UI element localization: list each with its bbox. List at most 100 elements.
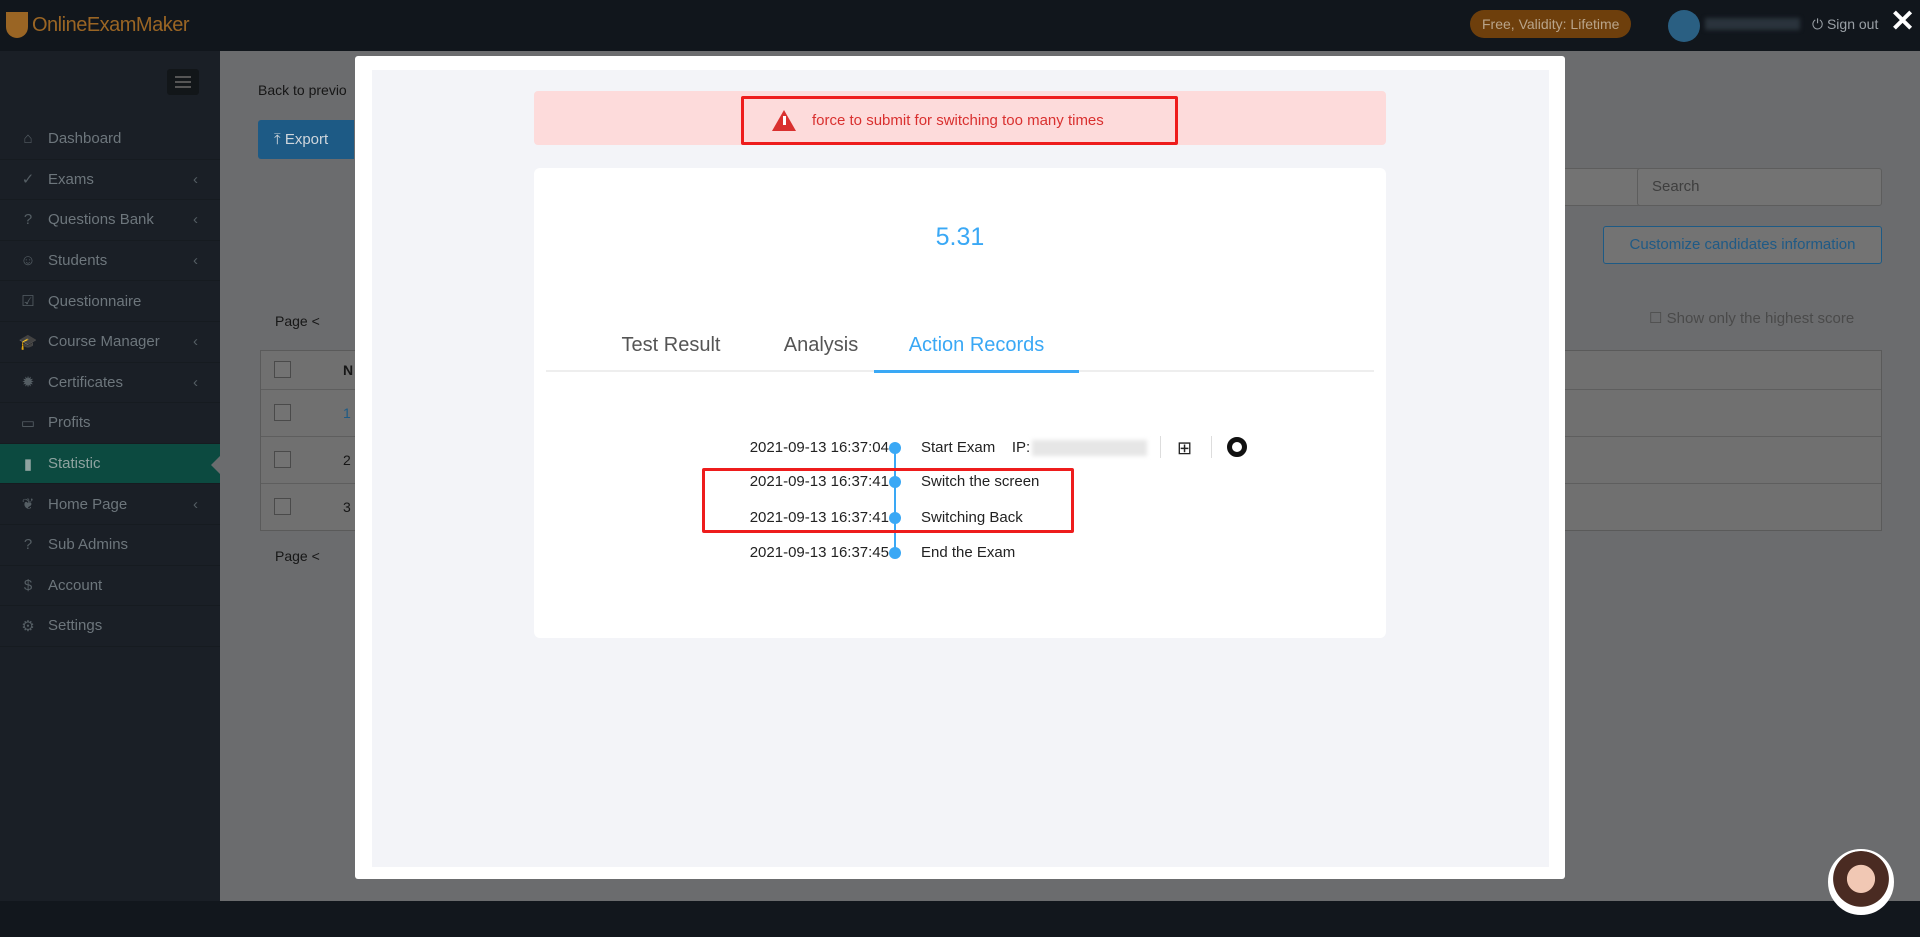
pagination-top: Page <	[275, 313, 320, 329]
logo-text: OnlineExamMaker	[32, 13, 190, 36]
record-time: 2021-09-13 16:37:45	[749, 544, 889, 561]
ip-redacted	[1032, 440, 1148, 457]
dollar-icon: $	[23, 576, 33, 594]
user-avatar[interactable]	[1668, 10, 1700, 42]
page-label: Page	[275, 548, 308, 564]
menu-toggle-icon[interactable]	[167, 69, 199, 95]
sidebar-item-profits[interactable]: ▭ Profits	[0, 403, 220, 444]
logo-icon	[6, 12, 28, 38]
question-circle-icon: ?	[23, 536, 33, 554]
footer	[0, 901, 1920, 937]
question-circle-icon: ?	[23, 211, 33, 229]
sidebar-item-exams[interactable]: ✓ Exams ‹	[0, 160, 220, 201]
power-icon: ⏻	[1812, 16, 1827, 32]
sidebar-item-students[interactable]: ☺ Students ‹	[0, 241, 220, 282]
sidebar-item-sub-admins[interactable]: ? Sub Admins	[0, 525, 220, 566]
export-button[interactable]: ⤒ Export	[258, 120, 354, 159]
sidebar-item-settings[interactable]: ⚙ Settings	[0, 606, 220, 647]
sidebar-item-certificates[interactable]: ✹ Certificates ‹	[0, 363, 220, 404]
sidebar-item-label: Students	[48, 252, 108, 270]
highest-score-label: Show only the highest score	[1666, 310, 1855, 327]
sidebar-item-label: Certificates	[48, 373, 124, 391]
search-input[interactable]: Search	[1637, 168, 1882, 206]
row-number: 3	[343, 499, 351, 515]
sidebar: ⌂ Dashboard ✓ Exams ‹? Questions Bank ‹ ☺ Studen…	[0, 51, 220, 901]
prev-page-button[interactable]: <	[312, 313, 320, 329]
sidebar-item-course-manager[interactable]: 🎓 Course Manager ‹	[0, 322, 220, 363]
sidebar-item-label: Exams	[48, 170, 94, 188]
gear-icon: ⚙	[21, 617, 35, 635]
timeline-item: 2021-09-13 16:37:45 End the Exam	[534, 541, 1386, 565]
chevron-left-icon: ‹	[193, 211, 198, 229]
sidebar-item-label: Settings	[48, 617, 103, 635]
highest-score-checkbox[interactable]: ☐ Show only the highest score	[1649, 309, 1854, 327]
sidebar-item-account[interactable]: $ Account	[0, 566, 220, 607]
warning-icon	[772, 110, 796, 131]
upload-icon: ⤒	[274, 131, 285, 148]
action-records-modal: force to submit for switching too many t…	[355, 56, 1565, 879]
timeline-dot	[889, 547, 901, 559]
sidebar-item-label: Account	[48, 576, 103, 594]
logo[interactable]: OnlineExamMaker	[6, 12, 190, 38]
customize-candidates-button[interactable]: Customize candidates information	[1603, 226, 1882, 264]
sidebar-item-label: Course Manager	[48, 333, 160, 351]
alert-message: force to submit for switching too many t…	[812, 112, 1104, 129]
sign-out-label: Sign out	[1826, 16, 1879, 32]
export-label: Export	[284, 131, 329, 148]
certificate-icon: ✹	[21, 374, 35, 392]
chevron-left-icon: ‹	[193, 333, 198, 351]
tab-action-records[interactable]: Action Records	[874, 323, 1079, 373]
sidebar-item-statistic[interactable]: ▮ Statistic	[0, 443, 220, 485]
chevron-left-icon: ‹	[193, 373, 198, 391]
home-icon: ⌂	[23, 130, 33, 148]
windows-icon: ⊞	[1177, 438, 1193, 458]
user-name-redacted	[1705, 18, 1800, 30]
alert-banner: force to submit for switching too many t…	[534, 91, 1386, 145]
graduation-cap-icon: 🎓	[18, 333, 38, 351]
sidebar-item-label: Statistic	[48, 455, 101, 473]
sign-out-button[interactable]: ⏻ Sign out	[1812, 16, 1878, 33]
users-icon: ☺	[20, 252, 36, 270]
back-link[interactable]: Back to previo	[258, 82, 347, 98]
sidebar-item-questionnaire[interactable]: ☑ Questionnaire	[0, 281, 220, 322]
row-checkbox[interactable]	[274, 404, 291, 421]
row-number: 1	[343, 405, 351, 421]
row-number: 2	[343, 452, 351, 468]
prev-page-button[interactable]: <	[312, 548, 320, 564]
leaf-icon: ❦	[21, 496, 35, 514]
sidebar-item-label: Questions Bank	[48, 211, 154, 229]
sidebar-item-home-page[interactable]: ❦ Home Page ‹	[0, 484, 220, 525]
checkbox-icon: ☑	[21, 293, 35, 311]
chrome-icon	[1227, 437, 1247, 457]
result-card: 5.31 Test Result Analysis Action Records…	[534, 168, 1386, 638]
sidebar-item-label: Dashboard	[48, 130, 122, 148]
sidebar-menu: ⌂ Dashboard ✓ Exams ‹? Questions Bank ‹ ☺ Studen…	[0, 119, 220, 647]
check-circle-icon: ✓	[21, 171, 35, 189]
sidebar-item-label: Sub Admins	[48, 536, 129, 554]
record-time: 2021-09-13 16:37:04	[749, 439, 889, 456]
record-action: Start Exam	[921, 439, 996, 456]
record-action: End the Exam	[921, 544, 1016, 561]
sidebar-item-dashboard[interactable]: ⌂ Dashboard	[0, 119, 220, 160]
chevron-left-icon: ‹	[193, 170, 198, 188]
row-checkbox[interactable]	[274, 498, 291, 515]
modal-body: force to submit for switching too many t…	[372, 70, 1549, 867]
sidebar-item-label: Home Page	[48, 495, 128, 513]
sidebar-item-questions-bank[interactable]: ? Questions Bank ‹	[0, 200, 220, 241]
bar-chart-icon: ▮	[23, 455, 33, 473]
page-label: Page	[275, 313, 308, 329]
support-chat-avatar[interactable]	[1828, 849, 1894, 915]
select-all-checkbox[interactable]	[274, 361, 291, 378]
result-tabs: Test Result Analysis Action Records	[546, 323, 1374, 373]
timeline-item: 2021-09-13 16:37:04 Start Exam IP: ⊞	[534, 436, 1386, 460]
sidebar-item-label: Questionnaire	[48, 292, 142, 310]
close-icon[interactable]: ✕	[1890, 4, 1915, 39]
chevron-left-icon: ‹	[193, 252, 198, 270]
pagination-bottom: Page <	[275, 548, 320, 564]
plan-badge[interactable]: Free, Validity: Lifetime	[1470, 10, 1632, 38]
timeline-dot	[889, 442, 901, 454]
credit-card-icon: ▭	[20, 414, 36, 432]
switch-records-highlight	[702, 468, 1074, 533]
row-checkbox[interactable]	[274, 451, 291, 468]
ip-label: IP:	[1011, 439, 1031, 456]
